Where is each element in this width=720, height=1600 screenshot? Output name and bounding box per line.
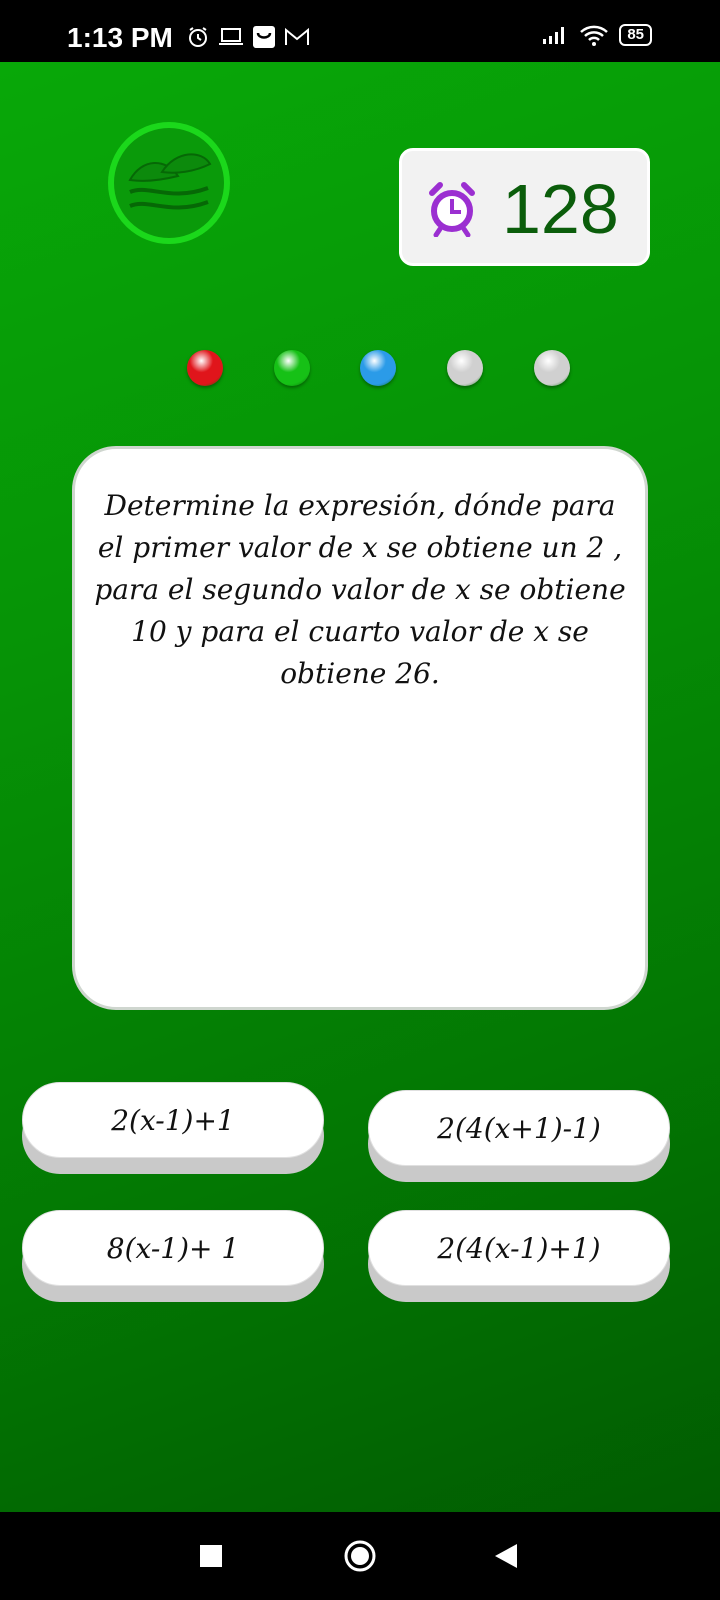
timer-panel: 128 — [399, 148, 650, 266]
answer-button[interactable]: 8(x-1)+ 1 — [22, 1210, 324, 1286]
recents-button[interactable] — [171, 1512, 251, 1600]
battery-icon: 85 — [619, 24, 652, 46]
laptop-icon — [219, 28, 243, 45]
alarm-clock-icon — [429, 182, 475, 237]
system-icons: 85 — [541, 24, 652, 46]
progress-dot — [187, 350, 223, 386]
answer-button[interactable]: 2(4(x-1)+1) — [368, 1210, 670, 1286]
notification-icons — [186, 25, 310, 49]
progress-indicator — [0, 350, 720, 386]
progress-dot — [534, 350, 570, 386]
timer-value: 128 — [502, 170, 619, 248]
shopping-bag-icon — [253, 26, 275, 48]
back-triangle-icon — [495, 1544, 517, 1568]
app-logo — [108, 122, 230, 244]
progress-dot — [360, 350, 396, 386]
navigation-bar — [0, 1512, 720, 1600]
progress-dot — [447, 350, 483, 386]
status-time: 1:13 PM — [67, 22, 173, 53]
home-circle-icon — [344, 1540, 376, 1572]
status-bar: 1:13 PM 85 — [0, 0, 720, 62]
signal-icon — [543, 27, 565, 44]
back-button[interactable] — [466, 1512, 546, 1600]
square-icon — [200, 1545, 222, 1567]
question-card: Determine la expresión, dónde para el pr… — [72, 446, 648, 1010]
gmail-icon — [285, 27, 309, 45]
alarm-icon — [189, 27, 207, 47]
wifi-icon — [580, 25, 609, 46]
question-text: Determine la expresión, dónde para el pr… — [94, 489, 626, 690]
answer-button[interactable]: 2(x-1)+1 — [22, 1082, 324, 1158]
progress-dot — [274, 350, 310, 386]
answer-button[interactable]: 2(4(x+1)-1) — [368, 1090, 670, 1166]
game-screen: 128 Determine la expresión, dónde para e… — [0, 62, 720, 1512]
home-button[interactable] — [320, 1512, 400, 1600]
leaf-logo-icon — [128, 153, 212, 210]
